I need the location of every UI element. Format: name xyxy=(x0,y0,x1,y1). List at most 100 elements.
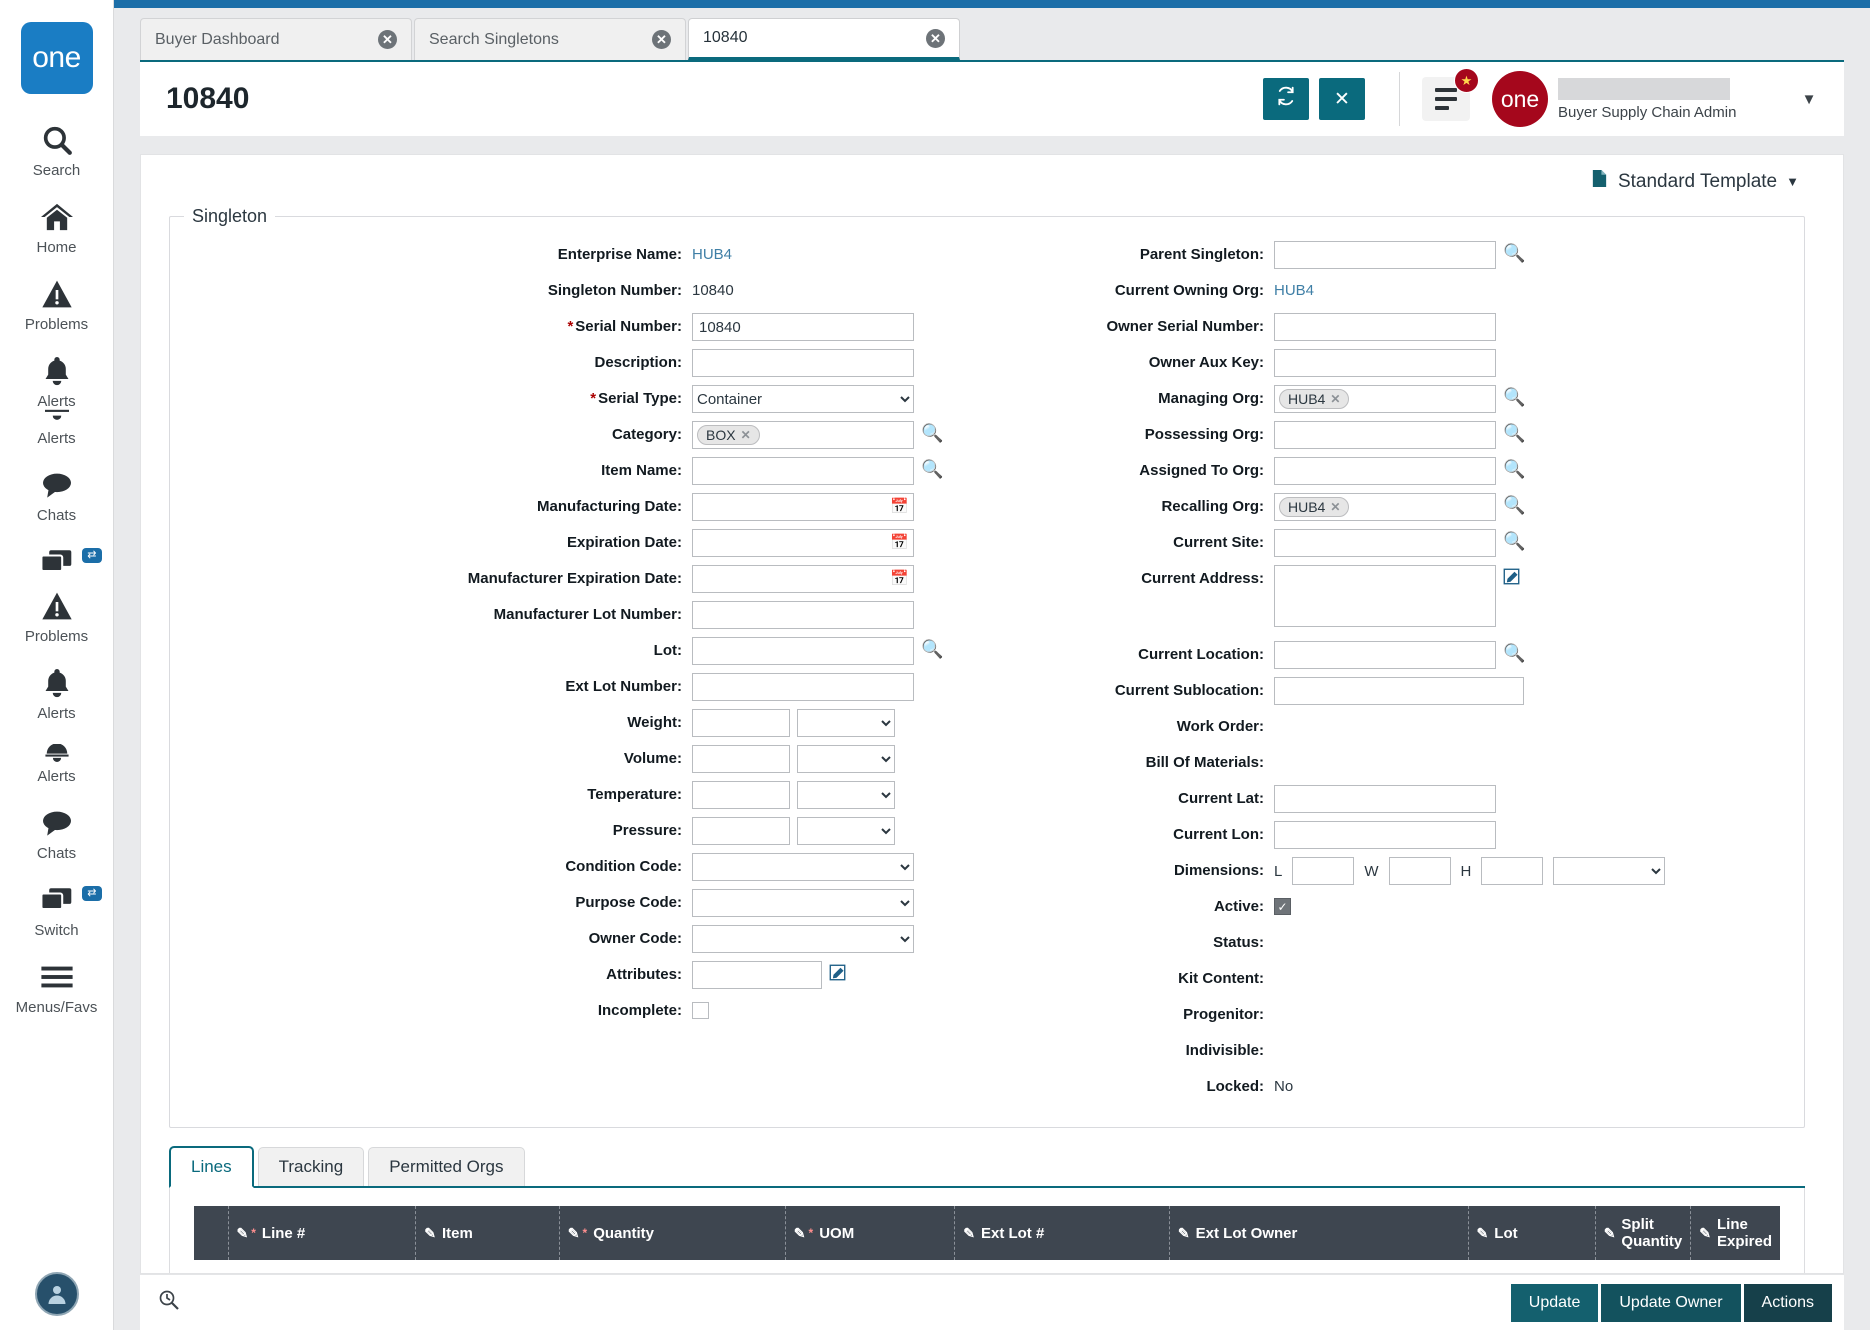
category-chip-box[interactable]: BOX✕ xyxy=(692,421,914,449)
search-icon[interactable]: 🔍 xyxy=(1503,529,1525,550)
switch-badge[interactable]: ⇄ xyxy=(82,886,101,901)
sidebar-item-problems-2[interactable]: Problems xyxy=(0,586,114,645)
serial-number-input[interactable] xyxy=(692,313,914,341)
switch-badge[interactable]: ⇄ xyxy=(82,548,101,563)
column-header-item[interactable]: ✎Item xyxy=(416,1206,560,1260)
manufacturing-date-input[interactable] xyxy=(692,493,914,521)
possessing-org-input[interactable] xyxy=(1274,421,1496,449)
attributes-input[interactable] xyxy=(692,961,822,989)
active-checkbox[interactable]: ✓ xyxy=(1274,898,1291,915)
manufacturer-lot-number-input[interactable] xyxy=(692,601,914,629)
search-icon[interactable]: 🔍 xyxy=(921,457,943,478)
chip-remove-icon[interactable]: ✕ xyxy=(1330,392,1340,406)
sidebar-item-switch-2[interactable]: ⇄ Switch xyxy=(0,880,114,939)
owner-aux-key-input[interactable] xyxy=(1274,349,1496,377)
sidebar-item-switch-1[interactable]: ⇄ xyxy=(0,542,114,582)
current-lon-input[interactable] xyxy=(1274,821,1496,849)
search-icon[interactable]: 🔍 xyxy=(1503,385,1525,406)
close-icon[interactable]: ✕ xyxy=(926,29,945,48)
weight-input[interactable] xyxy=(692,709,790,737)
owner-serial-number-input[interactable] xyxy=(1274,313,1496,341)
sidebar-item-alerts-1[interactable]: Alerts xyxy=(0,351,114,410)
chip[interactable]: HUB4✕ xyxy=(1279,389,1349,409)
template-selector[interactable]: Standard Template ▼ xyxy=(1590,169,1799,194)
calendar-icon[interactable]: 📅 xyxy=(890,497,909,515)
sidebar-item-chats-2[interactable]: Chats xyxy=(0,803,114,862)
temperature-unit-select[interactable] xyxy=(797,781,895,809)
column-header-line-expired[interactable]: ✎Line Expired xyxy=(1691,1206,1780,1260)
refresh-button[interactable] xyxy=(1263,78,1309,120)
current-sublocation-input[interactable] xyxy=(1274,677,1524,705)
sidebar-item-alerts-3[interactable]: Alerts xyxy=(0,663,114,722)
chip[interactable]: HUB4✕ xyxy=(1279,497,1349,517)
user-info[interactable]: Buyer Supply Chain Admin xyxy=(1558,78,1790,121)
current-lat-input[interactable] xyxy=(1274,785,1496,813)
ext-lot-number-input[interactable] xyxy=(692,673,914,701)
volume-input[interactable] xyxy=(692,745,790,773)
search-icon[interactable]: 🔍 xyxy=(1503,457,1525,478)
search-icon[interactable]: 🔍 xyxy=(1503,641,1525,662)
parent-singleton-input[interactable] xyxy=(1274,241,1496,269)
current-address-textarea[interactable] xyxy=(1274,565,1496,627)
managing-org-chip-box[interactable]: HUB4✕ xyxy=(1274,385,1496,413)
column-header-ext-lot[interactable]: ✎Ext Lot # xyxy=(955,1206,1170,1260)
weight-unit-select[interactable] xyxy=(797,709,895,737)
recalling-org-chip-box[interactable]: HUB4✕ xyxy=(1274,493,1496,521)
current-location-input[interactable] xyxy=(1274,641,1496,669)
update-owner-button[interactable]: Update Owner xyxy=(1601,1284,1740,1322)
dimension-length-input[interactable] xyxy=(1292,857,1354,885)
window-tab-buyer-dashboard[interactable]: Buyer Dashboard ✕ xyxy=(140,18,412,60)
description-input[interactable] xyxy=(692,349,914,377)
dimension-width-input[interactable] xyxy=(1389,857,1451,885)
condition-code-select[interactable] xyxy=(692,853,914,881)
dimension-unit-select[interactable] xyxy=(1553,857,1665,885)
item-name-input[interactable] xyxy=(692,457,914,485)
current-site-input[interactable] xyxy=(1274,529,1496,557)
search-icon[interactable]: 🔍 xyxy=(921,421,943,442)
menu-button[interactable]: ★ xyxy=(1422,77,1470,121)
column-header-ext-lot-owner[interactable]: ✎Ext Lot Owner xyxy=(1169,1206,1468,1260)
sidebar-item-home[interactable]: Home xyxy=(0,197,114,256)
sidebar-item-alerts-2[interactable]: Alerts xyxy=(0,406,114,447)
pressure-unit-select[interactable] xyxy=(797,817,895,845)
purpose-code-select[interactable] xyxy=(692,889,914,917)
window-tab-10840[interactable]: 10840 ✕ xyxy=(688,18,960,60)
pressure-input[interactable] xyxy=(692,817,790,845)
chip[interactable]: BOX✕ xyxy=(697,425,760,445)
sidebar-item-problems[interactable]: Problems xyxy=(0,274,114,333)
history-icon[interactable] xyxy=(158,1289,180,1317)
sidebar-item-alerts-4[interactable]: Alerts xyxy=(0,740,114,785)
column-header-uom[interactable]: ✎*UOM xyxy=(785,1206,954,1260)
search-icon[interactable]: 🔍 xyxy=(921,637,943,658)
column-header-line-number[interactable]: ✎*Line # xyxy=(228,1206,416,1260)
star-icon[interactable]: ★ xyxy=(1454,68,1479,93)
calendar-icon[interactable]: 📅 xyxy=(890,533,909,551)
edit-icon[interactable] xyxy=(1503,565,1520,588)
chip-remove-icon[interactable]: ✕ xyxy=(741,428,751,442)
tab-lines[interactable]: Lines xyxy=(169,1146,254,1188)
update-button[interactable]: Update xyxy=(1511,1284,1599,1322)
incomplete-checkbox[interactable] xyxy=(692,1002,709,1019)
expiration-date-input[interactable] xyxy=(692,529,914,557)
chip-remove-icon[interactable]: ✕ xyxy=(1330,500,1340,514)
sidebar-item-menus-favs[interactable]: Menus/Favs xyxy=(0,957,114,1016)
column-header-split-quantity[interactable]: ✎Split Quantity xyxy=(1595,1206,1691,1260)
tab-tracking[interactable]: Tracking xyxy=(258,1147,365,1186)
assigned-to-org-input[interactable] xyxy=(1274,457,1496,485)
one-logo[interactable]: one xyxy=(21,22,93,94)
close-icon[interactable]: ✕ xyxy=(378,30,397,49)
search-icon[interactable]: 🔍 xyxy=(1503,421,1525,442)
temperature-input[interactable] xyxy=(692,781,790,809)
tab-permitted-orgs[interactable]: Permitted Orgs xyxy=(368,1147,524,1186)
sidebar-item-search[interactable]: Search xyxy=(0,120,114,179)
search-icon[interactable]: 🔍 xyxy=(1503,241,1525,262)
close-icon[interactable]: ✕ xyxy=(652,30,671,49)
close-button[interactable]: ✕ xyxy=(1319,78,1365,120)
owner-code-select[interactable] xyxy=(692,925,914,953)
window-tab-search-singletons[interactable]: Search Singletons ✕ xyxy=(414,18,686,60)
dimension-height-input[interactable] xyxy=(1481,857,1543,885)
actions-button[interactable]: Actions xyxy=(1744,1284,1832,1322)
user-menu-caret[interactable]: ▼ xyxy=(1790,91,1828,108)
column-header-quantity[interactable]: ✎*Quantity xyxy=(559,1206,785,1260)
avatar[interactable] xyxy=(35,1272,79,1316)
